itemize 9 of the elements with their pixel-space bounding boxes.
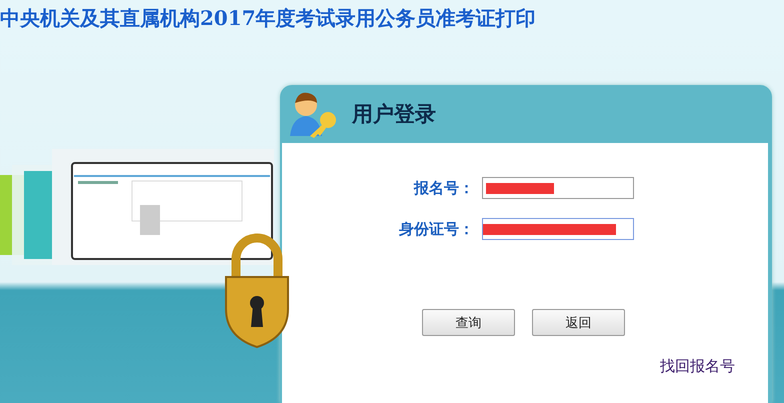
field-label: 报名号：: [412, 178, 475, 198]
panel-title: 用户登录: [352, 101, 436, 128]
input-field[interactable]: [482, 177, 634, 199]
field-label: 身份证号：: [398, 220, 475, 238]
form-button[interactable]: 返回: [532, 309, 625, 336]
form-button[interactable]: 查询: [422, 309, 515, 336]
recover-link[interactable]: 找回报名号: [660, 357, 735, 375]
page-title: 中央机关及其直属机构2017年度考试录用公务员准考证打印: [0, 5, 537, 32]
input-field[interactable]: [482, 218, 634, 240]
